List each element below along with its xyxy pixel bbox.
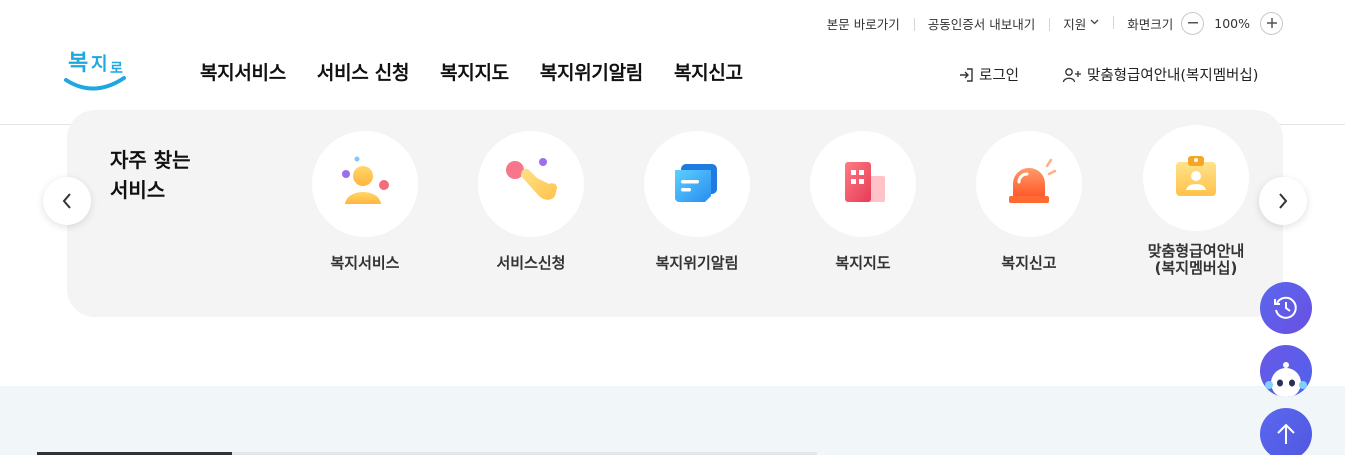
support-dropdown[interactable]: 지원 xyxy=(1049,14,1113,33)
service-item-welfare-map[interactable]: 복지지도 xyxy=(783,131,943,272)
membership-label: 맞춤형급여안내(복지멤버십) xyxy=(1087,68,1259,84)
message-card-icon xyxy=(644,131,750,237)
minus-icon xyxy=(1187,22,1198,24)
skip-to-content-link[interactable]: 본문 바로가기 xyxy=(813,14,914,33)
scroll-top-button[interactable] xyxy=(1260,408,1312,455)
zoom-value: 100% xyxy=(1214,15,1250,31)
plus-icon xyxy=(1266,18,1277,28)
chevron-left-icon xyxy=(62,193,71,209)
history-icon xyxy=(1274,296,1297,319)
support-label: 지원 xyxy=(1063,16,1087,32)
recent-history-button[interactable] xyxy=(1260,282,1312,334)
nav-welfare-service[interactable]: 복지서비스 xyxy=(200,58,286,85)
bokjiro-logo-icon: 복 지 로 xyxy=(64,51,126,91)
nav-welfare-report[interactable]: 복지신고 xyxy=(674,58,743,85)
user-add-icon xyxy=(1062,67,1081,82)
id-badge-icon xyxy=(1143,125,1249,231)
carousel-next-button[interactable] xyxy=(1259,177,1307,225)
svg-text:지: 지 xyxy=(91,54,108,75)
zoom-out-button[interactable] xyxy=(1181,11,1205,35)
service-item-application[interactable]: 서비스신청 xyxy=(451,131,611,272)
zoom-label: 화면크기 xyxy=(1127,16,1174,32)
nav-crisis-alert[interactable]: 복지위기알림 xyxy=(540,58,643,85)
service-item-membership[interactable]: 맞춤형급여안내 (복지멤버십) xyxy=(1116,125,1276,277)
frequent-services-title: 자주 찾는 서비스 xyxy=(110,148,191,202)
building-map-icon xyxy=(810,131,916,237)
hand-pointer-icon xyxy=(478,131,584,237)
service-item-label: 서비스신청 xyxy=(496,254,566,272)
robot-icon xyxy=(1265,362,1307,397)
service-item-label: 복지지도 xyxy=(835,254,891,272)
chatbot-button[interactable] xyxy=(1260,345,1312,397)
carousel-prev-button[interactable] xyxy=(43,177,91,225)
login-label: 로그인 xyxy=(979,68,1020,84)
login-link[interactable]: 로그인 xyxy=(958,64,1019,85)
service-item-label: 맞춤형급여안내 (복지멤버십) xyxy=(1147,242,1245,277)
login-icon xyxy=(960,67,973,82)
service-item-welfare[interactable]: 복지서비스 xyxy=(285,131,445,272)
svg-text:로: 로 xyxy=(110,61,123,77)
service-item-label: 복지서비스 xyxy=(330,254,400,272)
main-navigation: 복지서비스 서비스 신청 복지지도 복지위기알림 복지신고 xyxy=(200,58,743,85)
nav-welfare-map[interactable]: 복지지도 xyxy=(440,58,509,85)
service-item-label: 복지신고 xyxy=(1001,254,1057,272)
membership-link[interactable]: 맞춤형급여안내(복지멤버십) xyxy=(1062,64,1258,85)
service-item-report[interactable]: 복지신고 xyxy=(949,131,1109,272)
arrow-up-icon xyxy=(1277,423,1295,444)
zoom-in-button[interactable] xyxy=(1260,11,1283,35)
siren-icon xyxy=(976,131,1082,237)
person-bubbles-icon xyxy=(312,131,418,237)
nav-service-application[interactable]: 서비스 신청 xyxy=(317,58,410,85)
zoom-control: 화면크기 100% xyxy=(1113,11,1283,35)
svg-text:복: 복 xyxy=(68,51,88,76)
utility-bar: 본문 바로가기 공동인증서 내보내기 지원 화면크기 100% xyxy=(813,11,1283,35)
service-item-crisis-alert[interactable]: 복지위기알림 xyxy=(617,131,777,272)
page: 본문 바로가기 공동인증서 내보내기 지원 화면크기 100% 복 지 로 복지… xyxy=(0,0,1345,455)
site-header: 본문 바로가기 공동인증서 내보내기 지원 화면크기 100% 복 지 로 복지… xyxy=(0,0,1345,125)
service-item-label: 복지위기알림 xyxy=(655,254,739,272)
chevron-right-icon xyxy=(1279,193,1288,209)
chevron-down-icon xyxy=(1090,18,1099,28)
lower-section-background xyxy=(0,386,1345,455)
site-logo[interactable]: 복 지 로 xyxy=(60,42,132,98)
export-certificate-link[interactable]: 공동인증서 내보내기 xyxy=(913,14,1049,33)
